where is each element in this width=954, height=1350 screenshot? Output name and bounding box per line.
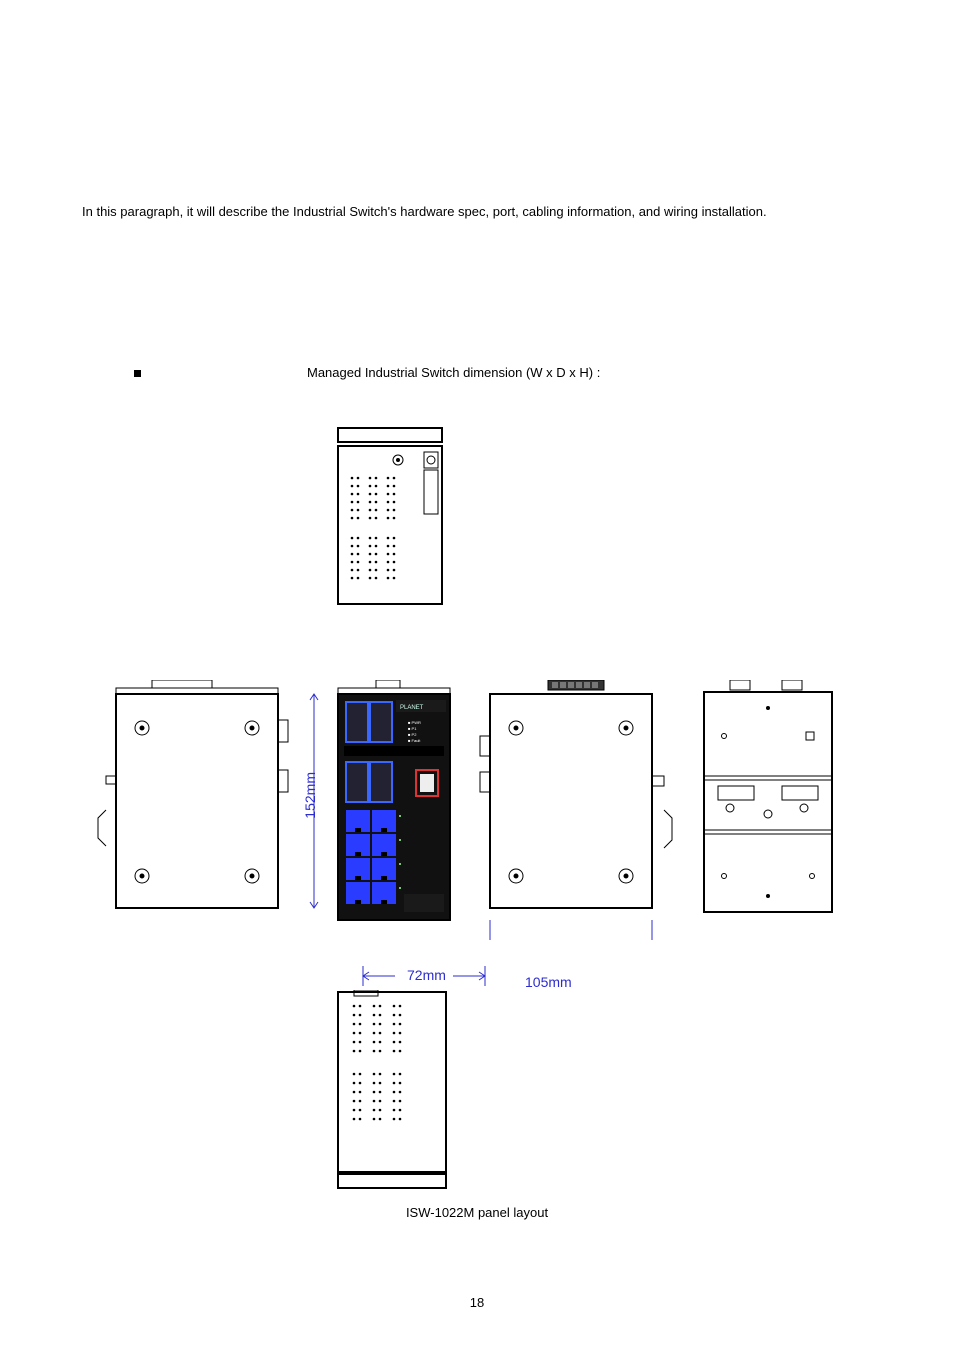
bullet-text: Managed Industrial Switch dimension (W x…: [307, 365, 600, 380]
intro-paragraph: In this paragraph, it will describe the …: [82, 204, 767, 219]
svg-text:■ P1: ■ P1: [408, 726, 417, 731]
figure-caption: ISW-1022M panel layout: [0, 1205, 954, 1220]
bullet-line: Managed Industrial Switch dimension (W x…: [134, 365, 600, 380]
figure-bottom-view: [336, 990, 448, 1190]
dimension-width: 72mm: [407, 967, 446, 983]
figure-top-view: [336, 426, 444, 606]
dimension-height: 152mm: [302, 772, 318, 819]
dimension-width-row: 72mm: [359, 966, 489, 986]
svg-text:■ Fault: ■ Fault: [408, 738, 421, 743]
svg-text:PLANET: PLANET: [400, 705, 424, 711]
dimension-depth: 105mm: [525, 974, 572, 990]
square-bullet-icon: [134, 370, 141, 377]
figure-row: PLANET ■ PWR ■ P1 ■ P2 ■ Fault: [94, 680, 864, 940]
svg-text:■ PWR: ■ PWR: [408, 720, 421, 725]
svg-text:■ P2: ■ P2: [408, 732, 417, 737]
page-number: 18: [0, 1295, 954, 1310]
document-page: In this paragraph, it will describe the …: [0, 0, 954, 1350]
